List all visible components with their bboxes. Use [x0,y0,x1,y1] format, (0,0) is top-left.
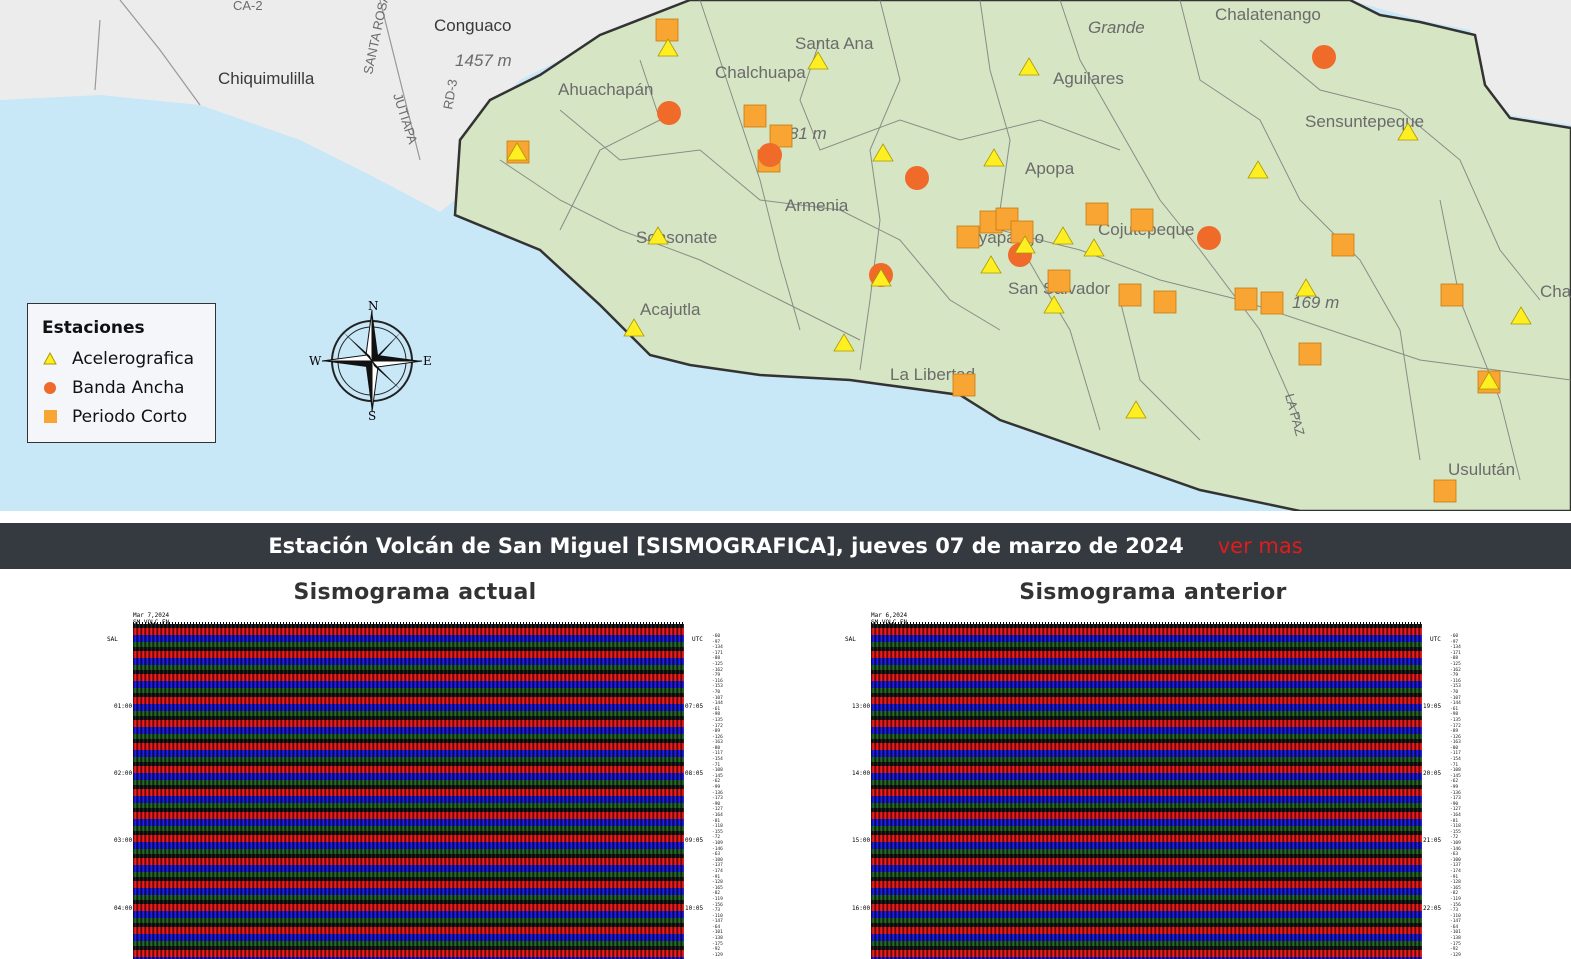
station-banda-ancha[interactable] [657,101,681,125]
label-apopa: Apopa [1025,159,1075,178]
time-left: 16:00 [852,905,871,912]
square-icon [42,409,58,425]
label-usulutan: Usulután [1448,460,1515,479]
label-santa-ana: Santa Ana [795,34,874,53]
station-periodo-corto[interactable] [743,104,767,128]
station-code: SAL [845,636,856,643]
station-periodo-corto[interactable] [1153,290,1177,314]
station-title: Estación Volcán de San Miguel [SISMOGRAF… [268,534,1184,558]
label-elev-1457: 1457 m [455,51,512,70]
time-right: 07:05 [685,703,704,710]
label-grande: Grande [1088,18,1145,37]
station-periodo-corto[interactable] [1234,287,1258,311]
seismogram-traces [133,624,684,959]
station-periodo-corto[interactable] [1433,479,1457,503]
label-armenia: Armenia [785,196,849,215]
station-periodo-corto[interactable] [956,225,980,249]
station-map[interactable]: Conguaco Chiquimulilla 1457 m Ahuachapán… [0,0,1571,511]
legend: Estaciones Acelerografica Banda Ancha Pe… [27,303,216,443]
station-banda-ancha[interactable] [1312,45,1336,69]
time-left: 03:00 [114,837,133,844]
station-periodo-corto[interactable] [1085,202,1109,226]
compass-n: N [368,299,379,313]
time-left: 02:00 [114,770,133,777]
station-periodo-corto[interactable] [1260,291,1284,315]
station-banda-ancha[interactable] [905,166,929,190]
panel-title-actual: Sismograma actual [293,580,537,605]
amplitude-column: -60 -97 -134 -171 -88 -125 -162 -79 -116… [1450,634,1461,958]
label-aguilares: Aguilares [1053,69,1124,88]
time-left: 15:00 [852,837,871,844]
time-right: 09:05 [685,837,704,844]
legend-label: Acelerografica [72,348,195,369]
compass-s: S [368,409,376,423]
label-chalatenango: Chalatenango [1215,5,1321,24]
station-periodo-corto[interactable] [1298,342,1322,366]
time-right: 19:05 [1423,703,1442,710]
time-right: 22:05 [1423,905,1442,912]
triangle-icon [42,351,58,367]
station-banda-ancha[interactable] [758,143,782,167]
compass-e: E [423,354,432,368]
label-acajutla: Acajutla [640,300,701,319]
seismogram-traces [871,624,1422,959]
label-chalchuapa: Chalchuapa [715,63,806,82]
station-periodo-corto[interactable] [655,18,679,42]
legend-item-acelerografica: Acelerografica [42,344,215,373]
legend-item-periodo-corto: Periodo Corto [42,402,215,431]
legend-label: Banda Ancha [72,377,185,398]
station-periodo-corto[interactable] [1010,220,1034,244]
time-right: 20:05 [1423,770,1442,777]
label-conguaco: Conguaco [434,16,512,35]
seismogram-actual[interactable]: Mar 7,2024 SM VOLC FN SAL UTC 01:00 02:0… [106,610,726,959]
station-periodo-corto[interactable] [952,373,976,397]
time-left: 14:00 [852,770,871,777]
time-right: 10:05 [685,905,704,912]
station-periodo-corto[interactable] [1047,269,1071,293]
amplitude-column: -60 -97 -134 -171 -88 -125 -162 -79 -116… [712,634,723,958]
station-periodo-corto[interactable] [1118,283,1142,307]
station-header-bar: Estación Volcán de San Miguel [SISMOGRAF… [0,523,1571,569]
time-right: 08:05 [685,770,704,777]
utc-label: UTC [1430,636,1441,643]
label-chiquimulilla: Chiquimulilla [218,69,315,88]
legend-title: Estaciones [42,318,145,338]
time-left: 01:00 [114,703,133,710]
station-periodo-corto[interactable] [1440,283,1464,307]
station-banda-ancha[interactable] [1197,226,1221,250]
station-periodo-corto[interactable] [1130,208,1154,232]
station-periodo-corto[interactable] [1331,233,1355,257]
compass-w: W [309,354,322,368]
label-ahuachapan: Ahuachapán [558,80,653,99]
panel-title-anterior: Sismograma anterior [1019,580,1287,605]
label-ca2: CA-2 [233,0,263,13]
utc-label: UTC [692,636,703,643]
legend-item-banda-ancha: Banda Ancha [42,373,215,402]
compass-rose-icon: N S E W [308,298,438,430]
legend-label: Periodo Corto [72,406,188,427]
time-left: 04:00 [114,905,133,912]
circle-icon [42,380,58,396]
seismogram-anterior[interactable]: Mar 6,2024 SM VOLC FN SAL UTC 13:00 14:0… [844,610,1464,959]
time-right: 21:05 [1423,837,1442,844]
ver-mas-link[interactable]: ver mas [1218,534,1303,558]
label-cha: Cha [1540,282,1571,301]
time-left: 13:00 [852,703,871,710]
station-code: SAL [107,636,118,643]
